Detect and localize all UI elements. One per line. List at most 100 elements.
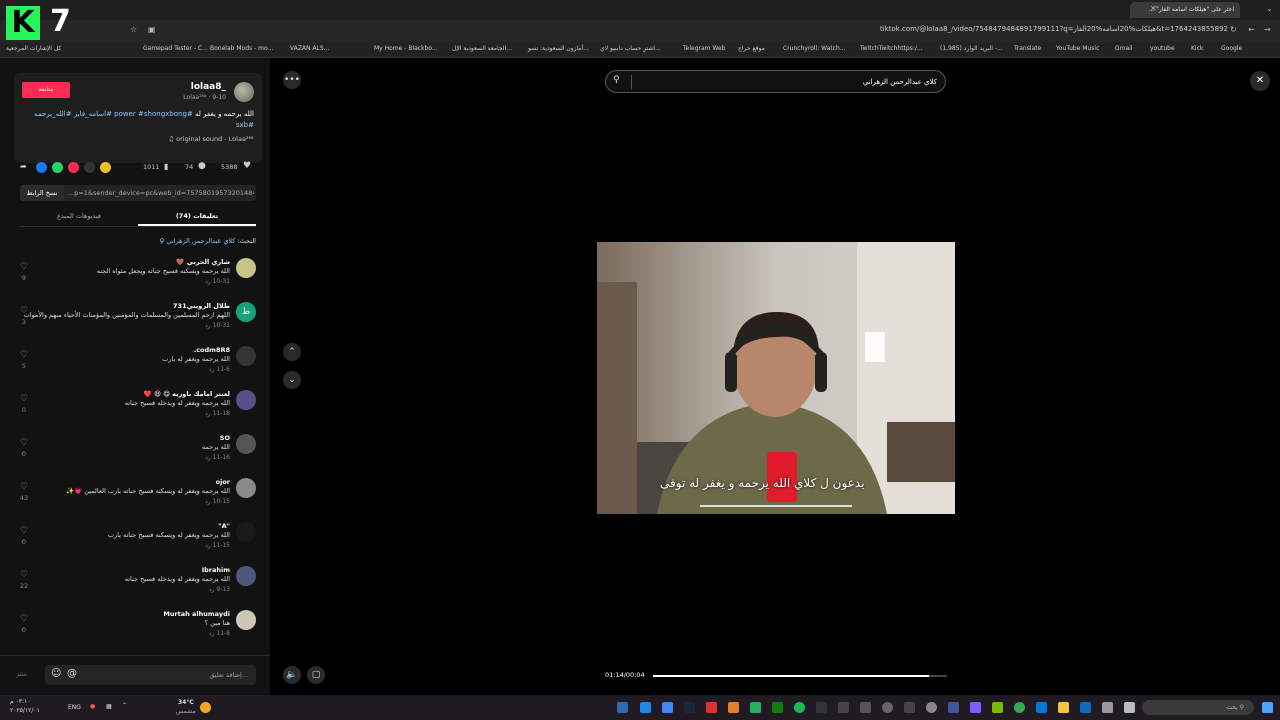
heart-icon[interactable]: ♡ bbox=[18, 306, 30, 316]
heart-icon[interactable]: ♡ bbox=[18, 350, 30, 360]
reload-icon[interactable]: ↻ bbox=[1230, 25, 1237, 34]
post-comment-button[interactable]: نشر bbox=[16, 670, 27, 678]
heart-icon[interactable]: ♡ bbox=[18, 482, 30, 492]
coin-icon[interactable] bbox=[100, 162, 111, 173]
search-term[interactable]: كلاي عبدالرحمن الزهراني bbox=[166, 237, 235, 245]
avatar[interactable] bbox=[236, 478, 256, 498]
heart-icon[interactable]: ♥ bbox=[243, 161, 251, 171]
comment-author[interactable]: Murtah alhumaydi bbox=[163, 610, 230, 618]
facebook-icon[interactable] bbox=[36, 162, 47, 173]
comment-author[interactable]: "A" bbox=[218, 522, 230, 530]
tray-time[interactable]: ٠٣:١٠ م bbox=[10, 698, 31, 705]
network-icon[interactable]: ▦ bbox=[106, 703, 112, 710]
bookmark-item[interactable]: موقع حراج bbox=[738, 45, 765, 52]
share-arrow-icon[interactable]: ➦ bbox=[20, 162, 31, 173]
heart-icon[interactable]: ♡ bbox=[18, 438, 30, 448]
url-text[interactable]: tiktok.com/@lolaa8_/video/75484794848917… bbox=[880, 25, 1228, 33]
heart-icon[interactable]: ♡ bbox=[18, 570, 30, 580]
bookmark-item[interactable]: اشترِ حساب دايبيو لاي... bbox=[600, 45, 661, 52]
avatar[interactable] bbox=[234, 82, 254, 102]
comment-meta[interactable]: 11-18 رد bbox=[205, 410, 230, 417]
bookmark-item[interactable]: Kick bbox=[1191, 45, 1203, 52]
comment-author[interactable]: طلال الزويني731 bbox=[173, 302, 230, 310]
app-icon[interactable] bbox=[706, 702, 717, 713]
tab-creator-videos[interactable]: فيديوهات المبدع bbox=[20, 208, 138, 224]
back-icon[interactable]: ← bbox=[1248, 25, 1255, 34]
windows-start-icon[interactable] bbox=[1262, 702, 1273, 713]
video-player[interactable]: يدعون ل كلاي الله يرحمه و يغفر له توفى bbox=[597, 242, 955, 514]
bookmark-item[interactable]: Crunchyroll: Watch... bbox=[783, 45, 846, 52]
forward-icon[interactable]: → bbox=[1264, 25, 1271, 34]
spotify-icon[interactable] bbox=[794, 702, 805, 713]
xbox-icon[interactable] bbox=[772, 702, 783, 713]
bookmark-all[interactable]: كل الإشارات المرجعية bbox=[6, 45, 61, 52]
next-video-button[interactable]: ⌄ bbox=[283, 371, 301, 389]
volume-button[interactable]: 🔈 bbox=[283, 666, 301, 684]
bookmark-item[interactable]: My Home - Blackbo... bbox=[374, 45, 438, 52]
taskbar-search[interactable]: بحث ⚲ bbox=[1142, 700, 1254, 715]
bookmark-item[interactable]: youtube bbox=[1150, 45, 1175, 52]
bookmark-item[interactable]: (1,985) البريد الوارد -... bbox=[940, 45, 1003, 52]
steam-icon[interactable] bbox=[684, 702, 695, 713]
folder-icon[interactable] bbox=[1058, 702, 1069, 713]
bookmark-item[interactable]: أمازون السعودية: تسو... bbox=[528, 45, 589, 52]
sound-label[interactable]: ♫ original sound - Lolaa²ᴹᵗ bbox=[168, 135, 254, 143]
search-input[interactable] bbox=[637, 75, 937, 89]
browser-tab[interactable]: اعثر على "هيلكات اسامه الفار" ... bbox=[1130, 2, 1240, 18]
comment-meta[interactable]: 11-8 رد bbox=[209, 630, 230, 637]
mic-icon[interactable]: ● bbox=[90, 703, 95, 710]
bookmark-item[interactable]: Gamepad Tester - C... bbox=[143, 45, 208, 52]
comment-meta[interactable]: 11-16 رد bbox=[205, 454, 230, 461]
app-icon[interactable] bbox=[838, 702, 849, 713]
tab-comments[interactable]: (74) تعليقات bbox=[138, 208, 256, 226]
bookmark-item[interactable]: Gmail bbox=[1115, 45, 1133, 52]
comment-meta[interactable]: 11-15 رد bbox=[205, 542, 230, 549]
extension-icon[interactable]: ▣ bbox=[148, 25, 156, 34]
avatar[interactable] bbox=[236, 610, 256, 630]
app-icon[interactable] bbox=[728, 702, 739, 713]
tab-list-icon[interactable]: ⌄ bbox=[1266, 4, 1273, 13]
chrome-icon[interactable] bbox=[1014, 702, 1025, 713]
edge-icon[interactable] bbox=[1080, 702, 1091, 713]
whatsapp-icon[interactable] bbox=[52, 162, 63, 173]
excel-icon[interactable] bbox=[750, 702, 761, 713]
comment-meta[interactable]: 11-6 رد bbox=[209, 366, 230, 373]
avatar[interactable] bbox=[236, 522, 256, 542]
avatar[interactable] bbox=[236, 566, 256, 586]
avatar[interactable] bbox=[236, 346, 256, 366]
search-suggestion[interactable]: البحث: كلاي عبدالرحمن الزهراني ⚲ bbox=[160, 237, 256, 245]
app-icon[interactable] bbox=[926, 702, 937, 713]
app-icon[interactable] bbox=[617, 702, 628, 713]
comment-author[interactable]: codm8R8. bbox=[194, 346, 230, 354]
comment-meta[interactable]: 10-31 رد bbox=[205, 322, 230, 329]
app-icon[interactable] bbox=[1036, 702, 1047, 713]
pip-button[interactable]: ▢ bbox=[307, 666, 325, 684]
app-icon[interactable] bbox=[640, 702, 651, 713]
avatar[interactable] bbox=[236, 258, 256, 278]
avatar[interactable] bbox=[236, 390, 256, 410]
heart-icon[interactable]: ♡ bbox=[18, 262, 30, 272]
bookmark-item[interactable]: TwitchTwitchhttps:/... bbox=[860, 45, 923, 52]
nvidia-icon[interactable] bbox=[992, 702, 1003, 713]
comment-meta[interactable]: 10-31 رد bbox=[205, 278, 230, 285]
bookmark-item[interactable]: Translate bbox=[1014, 45, 1041, 52]
more-options-button[interactable]: ••• bbox=[283, 71, 301, 89]
chevron-up-icon[interactable]: ⌃ bbox=[122, 702, 127, 709]
app-icon[interactable] bbox=[860, 702, 871, 713]
comment-meta[interactable]: 9-13 رد bbox=[209, 586, 230, 593]
emoji-icon[interactable]: ☺ bbox=[51, 668, 61, 679]
video-progress-bar[interactable] bbox=[653, 675, 947, 677]
bookmark-item[interactable]: Bonelab Mods - mo... bbox=[210, 45, 273, 52]
weather-sun-icon[interactable] bbox=[200, 702, 211, 713]
avatar[interactable]: ط bbox=[236, 302, 256, 322]
tray-lang[interactable]: ENG bbox=[68, 704, 81, 711]
app-icon[interactable] bbox=[904, 702, 915, 713]
heart-icon[interactable]: ♡ bbox=[18, 614, 30, 624]
bookmark-item[interactable]: Telegram Web bbox=[683, 45, 725, 52]
comment-author[interactable]: ojor bbox=[216, 478, 230, 486]
bookmark-item[interactable]: VAZAN ALS... bbox=[290, 45, 329, 52]
comment-meta[interactable]: 10-15 رد bbox=[205, 498, 230, 505]
prev-video-button[interactable]: ⌃ bbox=[283, 343, 301, 361]
bookmark-icon[interactable]: ▮ bbox=[164, 162, 168, 171]
comment-author[interactable]: Ibrahim bbox=[202, 566, 230, 574]
